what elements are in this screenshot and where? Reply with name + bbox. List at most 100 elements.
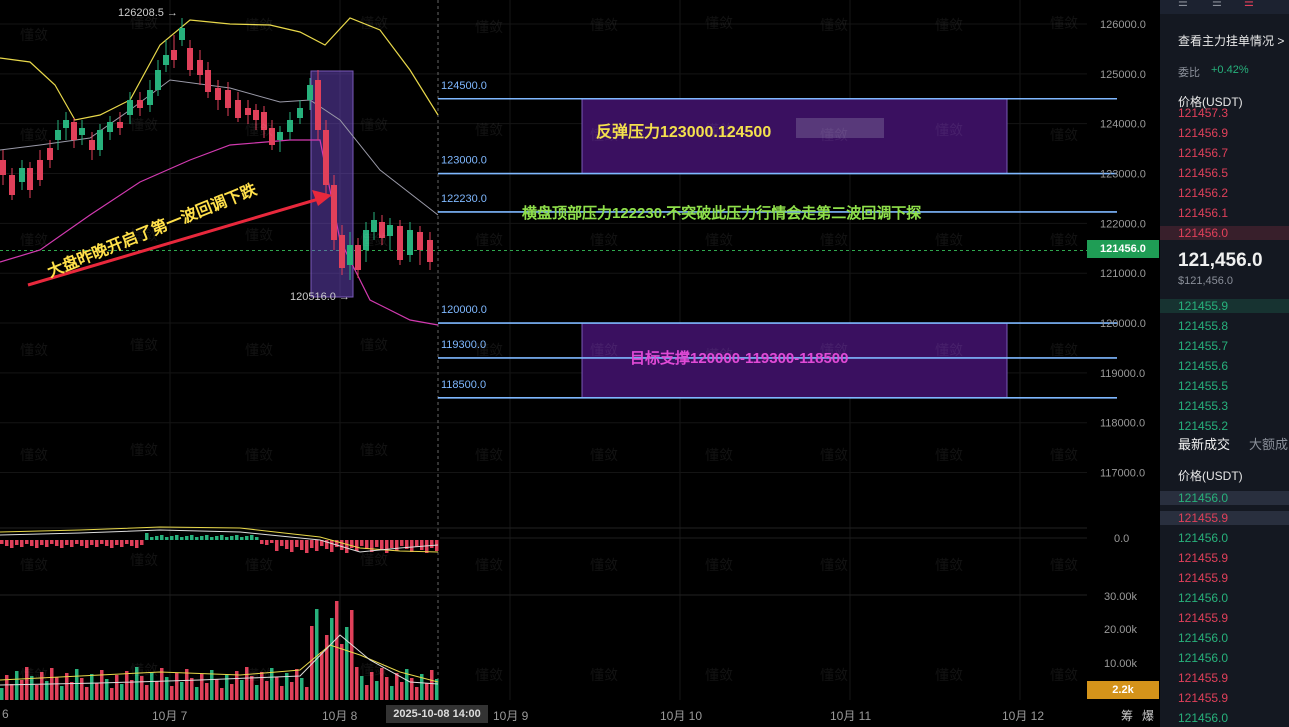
macd-bar <box>60 540 64 548</box>
candle-body <box>331 185 337 240</box>
watermark: 懂敛 <box>20 668 48 684</box>
macd-bar <box>425 540 429 553</box>
ask-row[interactable]: 121456.2 <box>1178 186 1228 200</box>
bid-row[interactable]: 121455.2 <box>1178 419 1228 433</box>
macd-bar <box>245 536 249 540</box>
watermark: 懂敛 <box>130 16 158 32</box>
ask-row[interactable]: 121456.9 <box>1178 126 1228 140</box>
volume-bar <box>55 677 59 700</box>
bid-row[interactable]: 121455.9 <box>1160 299 1289 313</box>
watermark: 懂敛 <box>935 558 963 574</box>
date-label: 10月 11 <box>830 709 872 723</box>
trade-row[interactable]: 121455.9 <box>1178 691 1228 705</box>
macd-bar <box>75 540 79 544</box>
watermark: 懂敛 <box>20 28 48 44</box>
trade-row[interactable]: 121455.9 <box>1178 551 1228 565</box>
trade-row[interactable]: 121455.9 <box>1178 611 1228 625</box>
macd-bar <box>270 540 274 543</box>
macd-bar <box>150 537 154 540</box>
macd-bar <box>410 540 414 552</box>
chevron-right-icon: > <box>1274 34 1285 48</box>
liquidation-button[interactable]: 爆 <box>1142 707 1154 724</box>
volume-bar <box>205 683 209 700</box>
toolbar: ☰ ☰ ☰ <box>1160 0 1289 14</box>
ask-row[interactable]: 121456.1 <box>1178 206 1228 220</box>
trade-row[interactable]: 121456.0 <box>1178 711 1228 725</box>
bid-row[interactable]: 121455.8 <box>1178 319 1228 333</box>
watermark: 懂敛 <box>360 16 388 32</box>
volume-bar <box>70 682 74 700</box>
chip-button[interactable]: 筹 <box>1121 707 1133 724</box>
bid-row[interactable]: 121455.3 <box>1178 399 1228 413</box>
trade-row[interactable]: 121455.9 <box>1160 511 1289 525</box>
trade-row[interactable]: 121455.9 <box>1178 571 1228 585</box>
ask-row[interactable]: 121456.0 <box>1160 226 1289 240</box>
bid-row[interactable]: 121455.7 <box>1178 339 1228 353</box>
macd-bar <box>180 537 184 540</box>
watermark: 懂敛 <box>475 123 503 139</box>
candle-body <box>397 226 403 260</box>
candle-body <box>307 85 313 100</box>
trade-row[interactable]: 121456.0 <box>1178 591 1228 605</box>
volume-bar <box>415 687 419 700</box>
trade-row[interactable]: 121455.9 <box>1178 671 1228 685</box>
candle-body <box>287 120 293 132</box>
asks-only-icon[interactable]: ☰ <box>1244 0 1254 9</box>
macd-bar <box>395 540 399 551</box>
trade-row[interactable]: 121456.0 <box>1160 491 1289 505</box>
watermark: 懂敛 <box>590 18 618 34</box>
bid-row[interactable]: 121455.5 <box>1178 379 1228 393</box>
candlestick-chart[interactable]: 124500.0123000.0122230.0120000.0119300.0… <box>0 0 1160 727</box>
ask-row[interactable]: 121456.7 <box>1178 146 1228 160</box>
candle-body <box>97 130 103 150</box>
trade-row[interactable]: 121456.0 <box>1178 651 1228 665</box>
volume-bar <box>385 677 389 700</box>
volume-axis-label: 30.00k <box>1104 591 1138 603</box>
volume-bar <box>90 674 94 700</box>
macd-bar <box>265 540 269 545</box>
level-label: 123000.0 <box>441 155 487 167</box>
volume-bar <box>350 610 354 700</box>
ratio-label: 委比 <box>1178 67 1200 79</box>
layout-icon[interactable]: ☰ <box>1178 0 1188 9</box>
watermark: 懂敛 <box>245 123 273 139</box>
candle-body <box>127 100 133 115</box>
volume-bar <box>95 683 99 700</box>
candle-body <box>407 230 413 255</box>
watermark: 懂敛 <box>705 448 733 464</box>
watermark: 懂敛 <box>935 18 963 34</box>
price-axis-label: 118000.0 <box>1100 418 1145 430</box>
tab-large-trades[interactable]: 大额成 <box>1249 434 1288 453</box>
low-label: 120516.0 → <box>290 291 350 303</box>
watermark: 懂敛 <box>1050 128 1078 144</box>
bid-row[interactable]: 121455.6 <box>1178 359 1228 373</box>
macd-bar <box>50 540 54 544</box>
watermark: 懂敛 <box>245 558 273 574</box>
macd-bar <box>280 540 284 546</box>
volume-axis-label: 20.00k <box>1104 624 1138 636</box>
ask-row[interactable]: 121457.3 <box>1178 106 1228 120</box>
tab-latest-trades[interactable]: 最新成交 <box>1178 434 1230 453</box>
watermark: 懂敛 <box>245 18 273 34</box>
ask-row[interactable]: 121456.5 <box>1178 166 1228 180</box>
chart-area[interactable]: 124500.0 123000.0 122230.0 120000.0 119300.0… <box>0 0 1160 727</box>
macd-bar <box>65 540 69 545</box>
trade-row[interactable]: 121456.0 <box>1178 631 1228 645</box>
candle-body <box>253 110 259 120</box>
volume-bar <box>0 688 4 700</box>
macd-bar <box>365 540 369 549</box>
trade-row[interactable]: 121456.0 <box>1178 531 1228 545</box>
trades-price-header: 价格(USDT) <box>1178 469 1243 483</box>
volume-bar <box>300 678 304 700</box>
crosshair-date: 2025-10-08 14:00 <box>386 705 488 723</box>
watermark: 懂敛 <box>245 343 273 359</box>
watermark: 懂敛 <box>590 558 618 574</box>
view-depth-link[interactable]: 查看主力挂单情况 > <box>1178 32 1284 49</box>
volume-bar <box>280 686 284 700</box>
candle-body <box>315 80 321 130</box>
bids-only-icon[interactable]: ☰ <box>1212 0 1222 9</box>
candle-body <box>179 28 185 40</box>
candle-body <box>47 148 53 160</box>
macd-bar <box>400 540 404 546</box>
volume-axis-label: 10.00k <box>1104 658 1138 670</box>
